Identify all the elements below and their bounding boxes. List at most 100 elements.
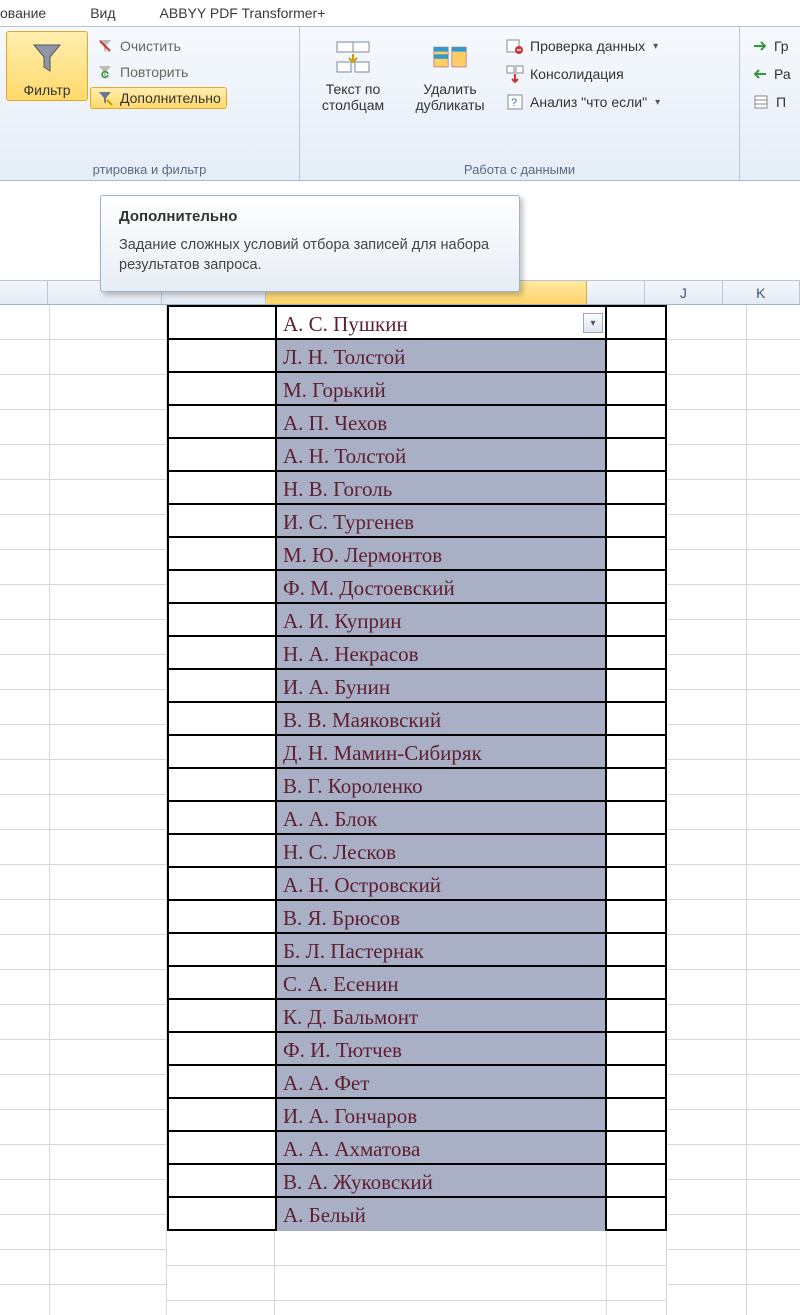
author-cell[interactable]: А. С. Пушкин ▾ (275, 305, 607, 340)
author-name: И. А. Бунин (283, 675, 390, 700)
what-if-icon: ? (506, 93, 524, 111)
funnel-icon (29, 40, 65, 76)
ribbon-group-data-tools: Текст по столбцам Удалить дубликаты (300, 27, 740, 180)
reapply-funnel-icon (96, 63, 114, 81)
remove-duplicates-l1: Удалить (423, 81, 476, 97)
author-name: А. А. Блок (283, 807, 377, 832)
group-right-1[interactable]: Гр (748, 35, 792, 57)
author-name: Б. Л. Пастернак (283, 939, 424, 964)
data-validation-button[interactable]: Проверка данных ▾ (502, 35, 664, 57)
tooltip-body: Задание сложных условий отбора записей д… (119, 235, 501, 275)
col-header-k[interactable]: K (723, 281, 800, 304)
author-cell[interactable]: В. Я. Брюсов (275, 899, 607, 934)
author-cell[interactable]: А. А. Фет (275, 1064, 607, 1099)
author-cell[interactable]: В. В. Маяковский (275, 701, 607, 736)
author-cell[interactable]: Н. А. Некрасов (275, 635, 607, 670)
consolidate-icon (506, 65, 524, 83)
author-name: Н. В. Гоголь (283, 477, 392, 502)
author-name: К. Д. Бальмонт (283, 1005, 418, 1030)
author-cell[interactable]: А. Белый (275, 1196, 607, 1231)
clear-filter-button[interactable]: Очистить (90, 35, 227, 57)
reapply-filter-button[interactable]: Повторить (90, 61, 227, 83)
cell-dropdown-button[interactable]: ▾ (583, 313, 603, 333)
filter-button-label: Фильтр (23, 82, 70, 98)
arrow-right-green-icon (752, 37, 768, 55)
author-name: Ф. М. Достоевский (283, 576, 455, 601)
author-cell[interactable]: Н. В. Гоголь (275, 470, 607, 505)
text-to-columns-button[interactable]: Текст по столбцам (306, 31, 400, 115)
author-cell[interactable]: А. А. Ахматова (275, 1130, 607, 1165)
group-right-1-label: Гр (774, 38, 789, 54)
menubar: ование Вид ABBYY PDF Transformer+ (0, 0, 800, 26)
author-cell[interactable]: Б. Л. Пастернак (275, 932, 607, 967)
author-name: Н. С. Лесков (283, 840, 396, 865)
author-cell[interactable]: М. Ю. Лермонтов (275, 536, 607, 571)
col-header-j[interactable]: J (645, 281, 722, 304)
data-validation-label: Проверка данных (530, 38, 645, 54)
author-name: А. А. Фет (283, 1071, 369, 1096)
group-label-sort-filter: ртировка и фильтр (6, 162, 293, 180)
ribbon-group-clipped: Гр Ра П (740, 27, 800, 180)
dropdown-arrow-icon: ▾ (655, 97, 660, 108)
author-name: В. Я. Брюсов (283, 906, 400, 931)
advanced-filter-button[interactable]: Дополнительно (90, 87, 227, 109)
author-cell[interactable]: А. А. Блок (275, 800, 607, 835)
menu-item-view[interactable]: Вид (68, 5, 137, 21)
author-cell[interactable]: Ф. И. Тютчев (275, 1031, 607, 1066)
reapply-filter-label: Повторить (120, 64, 188, 80)
group-right-2-label: Ра (774, 66, 791, 82)
consolidate-label: Консолидация (530, 66, 624, 82)
advanced-filter-label: Дополнительно (120, 90, 221, 106)
author-name: Ф. И. Тютчев (283, 1038, 402, 1063)
tooltip-title: Дополнительно (119, 208, 501, 225)
author-cell[interactable]: С. А. Есенин (275, 965, 607, 1000)
clear-funnel-icon (96, 37, 114, 55)
author-cell[interactable]: В. Г. Короленко (275, 767, 607, 802)
author-name: М. Горький (283, 378, 386, 403)
author-name: А. С. Пушкин (283, 312, 408, 337)
author-cell[interactable]: И. А. Бунин (275, 668, 607, 703)
ribbon-group-sort-filter: Фильтр Очистить Повторить (0, 27, 300, 180)
author-cell[interactable]: Д. Н. Мамин-Сибиряк (275, 734, 607, 769)
remove-duplicates-button[interactable]: Удалить дубликаты (400, 31, 500, 115)
author-cell[interactable]: В. А. Жуковский (275, 1163, 607, 1198)
svg-text:?: ? (511, 97, 517, 109)
author-cell[interactable]: А. П. Чехов (275, 404, 607, 439)
author-cell[interactable]: Н. С. Лесков (275, 833, 607, 868)
author-name: А. А. Ахматова (283, 1137, 420, 1162)
consolidate-button[interactable]: Консолидация (502, 63, 664, 85)
group-right-2[interactable]: Ра (748, 63, 792, 85)
menu-item-abbyy[interactable]: ABBYY PDF Transformer+ (138, 5, 348, 21)
data-validation-icon (506, 37, 524, 55)
author-name: А. П. Чехов (283, 411, 387, 436)
author-cell[interactable]: И. С. Тургенев (275, 503, 607, 538)
text-to-columns-l1: Текст по (326, 81, 381, 97)
ribbon: Фильтр Очистить Повторить (0, 26, 800, 181)
author-name: А. Н. Толстой (283, 444, 406, 469)
subtotal-icon (752, 93, 770, 111)
author-cell[interactable]: А. И. Куприн (275, 602, 607, 637)
filter-button[interactable]: Фильтр (6, 31, 88, 101)
what-if-button[interactable]: ? Анализ "что если" ▾ (502, 91, 664, 113)
author-cell[interactable]: К. Д. Бальмонт (275, 998, 607, 1033)
author-name: В. В. Маяковский (283, 708, 441, 733)
spreadsheet[interactable]: J K А. С. Пушкин ▾ Л. Н. Толстой М. Горький… (0, 181, 800, 1315)
text-to-columns-icon (335, 39, 371, 75)
author-name: Н. А. Некрасов (283, 642, 419, 667)
text-to-columns-l2: столбцам (322, 97, 384, 113)
menu-item-truncated[interactable]: ование (0, 5, 68, 21)
advanced-funnel-icon (96, 89, 114, 107)
author-cell[interactable]: Л. Н. Толстой (275, 338, 607, 373)
author-name: В. А. Жуковский (283, 1170, 433, 1195)
author-cell[interactable]: И. А. Гончаров (275, 1097, 607, 1132)
remove-duplicates-icon (432, 39, 468, 75)
author-cell[interactable]: Ф. М. Достоевский (275, 569, 607, 604)
author-cell[interactable]: М. Горький (275, 371, 607, 406)
grid-body[interactable]: А. С. Пушкин ▾ Л. Н. Толстой М. Горький А. П… (0, 305, 800, 1315)
group-right-3-label: П (776, 94, 786, 110)
author-cell[interactable]: А. Н. Островский (275, 866, 607, 901)
author-cell[interactable]: А. Н. Толстой (275, 437, 607, 472)
author-name: М. Ю. Лермонтов (283, 543, 442, 568)
group-right-3[interactable]: П (748, 91, 792, 113)
author-name: В. Г. Короленко (283, 774, 423, 799)
